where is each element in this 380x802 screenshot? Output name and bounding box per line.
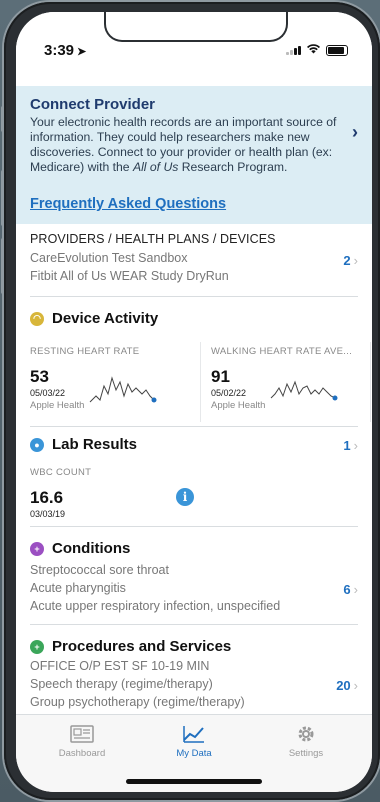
procedures-title: Procedures and Services xyxy=(52,638,232,655)
lab-date: 03/03/19 xyxy=(30,509,66,519)
location-arrow-icon: ➤ xyxy=(77,46,87,58)
card-label: WALKING HEART RATE AVE... xyxy=(211,346,353,357)
divider xyxy=(30,426,358,427)
gear-icon xyxy=(256,723,356,745)
chevron-right-icon: › xyxy=(353,582,358,597)
card-label: RESTING HEART RATE xyxy=(30,346,140,357)
divider xyxy=(30,296,358,297)
lab-results-section[interactable]: ● Lab Results 1 › WBC COUNT 16.6 03/03/19 … xyxy=(16,436,372,519)
wifi-icon xyxy=(306,43,321,57)
status-icons xyxy=(286,43,348,57)
status-bar: 3:39 ➤ xyxy=(16,12,372,86)
lab-results-icon: ● xyxy=(30,437,44,452)
tab-label: Settings xyxy=(288,748,324,759)
tab-dashboard[interactable]: Dashboard xyxy=(32,723,132,759)
procedures-section[interactable]: + Procedures and Services OFFICE O/P EST … xyxy=(16,638,372,711)
metric-card-partial[interactable]: D 7 0 A xyxy=(370,342,372,422)
status-time: 3:39 ➤ xyxy=(44,42,86,59)
procedure-item: Speech therapy (regime/therapy) xyxy=(30,677,213,691)
conditions-count[interactable]: 6 › xyxy=(343,582,358,597)
tab-settings[interactable]: Settings xyxy=(256,723,356,759)
provider-item: CareEvolution Test Sandbox xyxy=(30,251,188,265)
connect-provider-banner[interactable]: Connect Provider Your electronic health … xyxy=(16,86,372,224)
phone-frame: 3:39 ➤ Connect Provider Your electronic h… xyxy=(4,2,380,800)
home-indicator[interactable] xyxy=(126,779,262,784)
lab-metric-label: WBC COUNT xyxy=(30,467,92,478)
sparkline xyxy=(89,376,157,403)
procedure-item: Group psychotherapy (regime/therapy) xyxy=(30,695,245,709)
screen: 3:39 ➤ Connect Provider Your electronic h… xyxy=(16,12,372,792)
sparkline xyxy=(270,380,338,401)
dashboard-icon xyxy=(32,723,132,745)
tab-my-data[interactable]: My Data xyxy=(144,723,244,759)
device-activity-icon: ◠ xyxy=(30,311,44,326)
time-text: 3:39 xyxy=(44,42,75,59)
chevron-right-icon: › xyxy=(353,438,358,453)
device-activity-cards[interactable]: RESTING HEART RATE 53 05/03/22 Apple Hea… xyxy=(30,342,372,422)
conditions-title: Conditions xyxy=(52,540,131,557)
conditions-section[interactable]: + Conditions Streptococcal sore throat Ac… xyxy=(16,540,372,615)
divider xyxy=(30,624,358,625)
signal-icon xyxy=(286,45,301,55)
metric-card-resting-hr[interactable]: RESTING HEART RATE 53 05/03/22 Apple Hea… xyxy=(30,342,200,422)
conditions-icon: + xyxy=(30,541,44,556)
chart-icon xyxy=(144,723,244,745)
device-activity-title: Device Activity xyxy=(52,310,159,327)
banner-text: Your electronic health records are an im… xyxy=(30,115,337,174)
tab-label: My Data xyxy=(176,748,212,759)
procedures-count[interactable]: 20 › xyxy=(336,678,358,693)
info-icon[interactable]: i xyxy=(176,488,194,506)
chevron-right-icon[interactable]: › xyxy=(352,122,358,143)
battery-icon xyxy=(326,44,348,56)
banner-title: Connect Provider xyxy=(30,96,156,113)
device-activity-header: ◠ Device Activity xyxy=(16,310,372,327)
lab-value: 16.6 xyxy=(30,488,64,507)
condition-item: Acute pharyngitis xyxy=(30,581,126,595)
chevron-right-icon: › xyxy=(353,678,358,693)
providers-section[interactable]: PROVIDERS / HEALTH PLANS / DEVICES CareE… xyxy=(16,232,372,285)
condition-item: Streptococcal sore throat xyxy=(30,563,169,577)
divider xyxy=(30,526,358,527)
providers-header: PROVIDERS / HEALTH PLANS / DEVICES xyxy=(30,232,276,246)
procedure-item: OFFICE O/P EST SF 10-19 MIN xyxy=(30,659,210,673)
tab-label: Dashboard xyxy=(58,748,106,759)
procedures-icon: + xyxy=(30,639,44,654)
tab-bar: Dashboard My Data Settings xyxy=(16,714,372,792)
chevron-right-icon: › xyxy=(353,253,358,268)
faq-link[interactable]: Frequently Asked Questions xyxy=(30,196,226,212)
provider-item: Fitbit All of Us WEAR Study DryRun xyxy=(30,269,229,283)
condition-item: Acute upper respiratory infection, unspe… xyxy=(30,599,281,613)
metric-card-walking-hr[interactable]: WALKING HEART RATE AVE... 91 05/02/22 Ap… xyxy=(200,342,370,422)
providers-count[interactable]: 2 › xyxy=(343,253,358,268)
lab-results-count[interactable]: 1 › xyxy=(343,438,358,453)
notch xyxy=(104,12,288,42)
lab-results-title: Lab Results xyxy=(52,436,138,453)
